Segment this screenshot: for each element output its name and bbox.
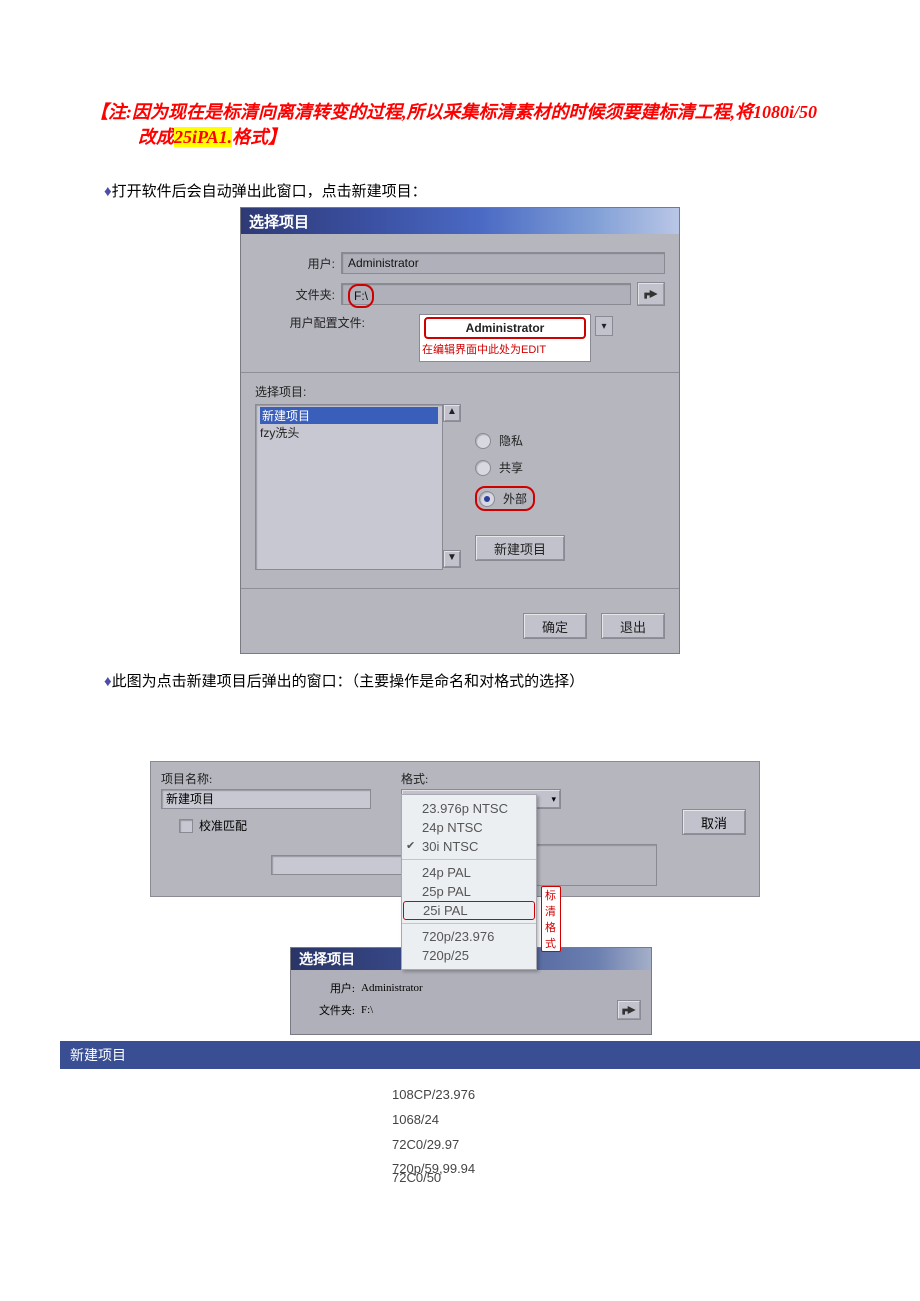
diamond-icon: ♦ bbox=[104, 184, 112, 200]
ok-button[interactable]: 确定 bbox=[523, 613, 587, 639]
radio-private[interactable]: 隐私 bbox=[475, 432, 565, 449]
select-project-dialog: 选择项目 用户: Administrator 文件夹: F:\ 用户配 bbox=[240, 207, 680, 654]
bullet-1: ♦打开软件后会自动弹出此窗口，点击新建项目： bbox=[104, 180, 830, 201]
dropdown-caret-icon[interactable]: ▾ bbox=[595, 316, 613, 336]
checkbox-icon[interactable] bbox=[179, 819, 193, 833]
scroll-down-icon[interactable]: ▼ bbox=[443, 550, 461, 568]
warning-note: 【注:因为现在是标清向离清转变的过程,所以采集标清素材的时候须要建标清工程,将1… bbox=[90, 100, 830, 150]
list-item[interactable]: fzy洗头 bbox=[260, 426, 299, 440]
chevron-down-icon: ▾ bbox=[551, 794, 556, 805]
menu-item[interactable]: 23.976p NTSC bbox=[402, 799, 536, 818]
user-label: 用户: bbox=[301, 980, 361, 996]
format-menu: 23.976p NTSC 24p NTSC 30i NTSC 24p PAL 2… bbox=[401, 794, 537, 970]
project-name-input[interactable]: 新建项目 bbox=[161, 789, 371, 809]
menu-item[interactable]: 24p PAL bbox=[402, 863, 536, 882]
config-label: 用户配置文件: bbox=[255, 314, 371, 331]
menu-item[interactable]: 25p PAL bbox=[402, 882, 536, 901]
format-item-overlap: 720p/59,99.94 72C0/50 bbox=[392, 1157, 830, 1182]
folder-up-icon bbox=[621, 1003, 637, 1017]
radio-icon bbox=[475, 460, 491, 476]
bullet-2: ♦此图为点击新建项目后弹出的窗口：（主要操作是命名和对格式的选择） bbox=[104, 670, 830, 691]
radio-icon bbox=[475, 433, 491, 449]
cancel-button[interactable]: 取消 bbox=[682, 809, 746, 835]
config-value: Administrator bbox=[424, 317, 586, 339]
folder-up-button[interactable] bbox=[617, 1000, 641, 1020]
scroll-up-icon[interactable]: ▲ bbox=[443, 404, 461, 422]
folder-up-button[interactable] bbox=[637, 282, 665, 306]
folder-field: F:\ bbox=[361, 1002, 611, 1018]
select-project-label: 选择项目: bbox=[255, 383, 665, 400]
menu-item-highlighted[interactable]: 25i PAL bbox=[403, 901, 535, 920]
folder-up-icon bbox=[643, 287, 659, 301]
radio-icon-selected bbox=[479, 491, 495, 507]
format-annotation: 标清格式 bbox=[541, 886, 561, 952]
note-line2-post: 格式】 bbox=[232, 127, 286, 147]
note-highlight: 25iPA1. bbox=[174, 127, 232, 147]
format-item: 108CP/23.976 bbox=[392, 1083, 830, 1108]
folder-label: 文件夹: bbox=[255, 286, 341, 303]
dialog-title: 选择项目 bbox=[241, 208, 679, 234]
radio-external[interactable]: 外部 bbox=[475, 486, 535, 511]
note-line1: 【注:因为现在是标清向离清转变的过程,所以采集标清素材的时候须要建标清工程,将1… bbox=[90, 102, 817, 122]
user-field: Administrator bbox=[341, 252, 665, 274]
config-annotation: 在编辑界面中此处为EDIT bbox=[420, 339, 590, 361]
list-scrollbar[interactable]: ▲ ▼ bbox=[443, 404, 459, 568]
diamond-icon: ♦ bbox=[104, 674, 112, 690]
menu-item-checked[interactable]: 30i NTSC bbox=[402, 837, 536, 856]
user-field: Administrator bbox=[361, 980, 641, 996]
menu-item[interactable]: 24p NTSC bbox=[402, 818, 536, 837]
menu-item[interactable]: 720p/23.976 bbox=[402, 927, 536, 946]
format-item: 1068/24 bbox=[392, 1108, 830, 1133]
list-item-selected[interactable]: 新建项目 bbox=[260, 407, 438, 424]
radio-share[interactable]: 共享 bbox=[475, 459, 565, 476]
project-list[interactable]: 新建项目 fzy洗头 bbox=[255, 404, 443, 570]
format-item: 72C0/29.97 bbox=[392, 1133, 830, 1158]
format-list: 108CP/23.976 1068/24 72C0/29.97 720p/59,… bbox=[392, 1083, 830, 1182]
note-line2-pre: 改成 bbox=[138, 127, 174, 147]
menu-item[interactable]: 720p/25 bbox=[402, 946, 536, 965]
project-name-label: 项目名称: bbox=[161, 770, 371, 787]
new-project-bar: 新建项目 bbox=[60, 1041, 920, 1069]
new-project-button[interactable]: 新建项目 bbox=[475, 535, 565, 561]
user-label: 用户: bbox=[255, 255, 341, 272]
matte-checkbox-row[interactable]: 校准匹配 bbox=[161, 817, 371, 834]
folder-label: 文件夹: bbox=[301, 1002, 361, 1018]
new-project-dialog: 项目名称: 新建项目 校准匹配 格式: 30i NTSC ▾ 23.976p N… bbox=[150, 761, 760, 897]
folder-field: F:\ bbox=[341, 283, 631, 305]
format-label: 格式: bbox=[401, 770, 561, 787]
config-dropdown[interactable]: Administrator 在编辑界面中此处为EDIT bbox=[419, 314, 591, 362]
exit-button[interactable]: 退出 bbox=[601, 613, 665, 639]
folder-value-highlight: F:\ bbox=[348, 284, 374, 308]
